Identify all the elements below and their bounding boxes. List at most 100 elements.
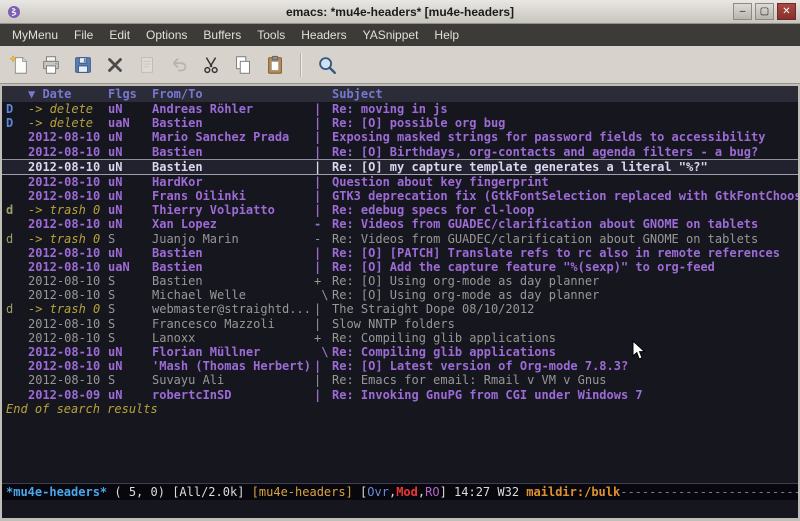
modeline-plain: [All/2.0k]	[172, 485, 251, 499]
message-row[interactable]: 2012-08-10SFrancesco Mazzoli|Slow NNTP f…	[2, 317, 798, 331]
header-flags-col: Flgs	[108, 86, 152, 102]
message-mark	[2, 246, 28, 260]
message-subject: Re: Compiling glib applications	[332, 345, 798, 359]
message-subject: Question about key fingerprint	[332, 175, 798, 189]
thread-separator: |	[314, 175, 332, 189]
menu-item-help[interactable]: Help	[426, 25, 467, 45]
message-mark	[2, 373, 28, 387]
message-row[interactable]: 2012-08-10SMichael Welle \Re: [O] Using …	[2, 288, 798, 302]
message-from: Bastien	[152, 145, 314, 159]
message-row[interactable]: 2012-08-10uNBastien|Re: [O] Birthdays, o…	[2, 145, 798, 159]
thread-separator: |	[314, 373, 332, 387]
message-from: Suvayu Ali	[152, 373, 314, 387]
message-row[interactable]: 2012-08-10uNXan Lopez-Re: Videos from GU…	[2, 217, 798, 231]
copy-icon	[232, 54, 254, 76]
tool-bar	[0, 46, 800, 84]
message-row[interactable]: 2012-08-10uN'Mash (Thomas Herbert)|Re: […	[2, 359, 798, 373]
message-list[interactable]: D-> deleteuNAndreas Röhler|Re: moving in…	[2, 102, 798, 402]
message-from: Bastien	[152, 160, 314, 174]
thread-separator: +	[314, 331, 332, 345]
message-from: 'Mash (Thomas Herbert)	[152, 359, 314, 373]
message-row[interactable]: 2012-08-10uNHardKor|Question about key f…	[2, 175, 798, 189]
message-row[interactable]: d-> trash 0Swebmaster@straightd...|The S…	[2, 302, 798, 316]
message-mark	[2, 260, 28, 274]
paste-button[interactable]	[260, 50, 290, 80]
cut-button[interactable]	[196, 50, 226, 80]
message-row[interactable]: 2012-08-10SBastien+Re: [O] Using org-mod…	[2, 274, 798, 288]
message-from: Francesco Mazzoli	[152, 317, 314, 331]
menu-item-edit[interactable]: Edit	[101, 25, 138, 45]
message-from: Bastien	[152, 260, 314, 274]
minimize-button[interactable]: –	[733, 3, 752, 20]
menu-item-mymenu[interactable]: MyMenu	[4, 25, 66, 45]
thread-separator: |	[314, 246, 332, 260]
message-date: 2012-08-10	[28, 359, 108, 373]
message-mark: d	[2, 302, 28, 316]
message-row[interactable]: 2012-08-10uaNBastien|Re: [O] Add the cap…	[2, 260, 798, 274]
close-buffer-button[interactable]	[100, 50, 130, 80]
thread-separator: |	[314, 302, 332, 316]
message-subject: Re: [O] possible org bug	[332, 116, 798, 130]
message-row[interactable]: 2012-08-10uNMario Sanchez Prada|Exposing…	[2, 130, 798, 144]
message-subject: Re: edebug specs for cl-loop	[332, 203, 798, 217]
menu-item-options[interactable]: Options	[138, 25, 195, 45]
message-row[interactable]: 2012-08-10uNBastien|Re: [O] my capture t…	[2, 159, 798, 175]
message-from: Juanjo Marin	[152, 232, 314, 246]
modeline-dashes: ----------------------------------------…	[620, 485, 798, 499]
maximize-button[interactable]: ▢	[755, 3, 774, 20]
message-mark: D	[2, 102, 28, 116]
menu-item-file[interactable]: File	[66, 25, 101, 45]
thread-separator: |	[314, 203, 332, 217]
new-file-button[interactable]	[4, 50, 34, 80]
echo-area	[2, 500, 798, 518]
message-mark	[2, 331, 28, 345]
close-button[interactable]: ✕	[777, 3, 796, 20]
menu-item-buffers[interactable]: Buffers	[195, 25, 249, 45]
print-icon	[40, 54, 62, 76]
thread-separator: |	[314, 359, 332, 373]
header-date-col: ▼ Date	[28, 86, 108, 102]
message-row[interactable]: 2012-08-10SSuvayu Ali|Re: Emacs for emai…	[2, 373, 798, 387]
window-title: emacs: *mu4e-headers* [mu4e-headers]	[0, 5, 800, 19]
emacs-window: emacs: *mu4e-headers* [mu4e-headers] – ▢…	[0, 0, 800, 521]
menu-item-headers[interactable]: Headers	[293, 25, 354, 45]
message-row[interactable]: D-> deleteuaNBastien|Re: [O] possible or…	[2, 116, 798, 130]
message-row[interactable]: d-> trash 0SJuanjo Marin-Re: Videos from…	[2, 232, 798, 246]
thread-separator: \	[314, 288, 332, 302]
copy-button[interactable]	[228, 50, 258, 80]
title-bar[interactable]: emacs: *mu4e-headers* [mu4e-headers] – ▢…	[0, 0, 800, 24]
message-flags: uN	[108, 160, 152, 174]
message-date: 2012-08-10	[28, 130, 108, 144]
message-subject: Re: [O] Using org-mode as day planner	[332, 274, 798, 288]
buffer-empty-space[interactable]	[2, 416, 798, 483]
modeline-ovr: Ovr	[367, 485, 389, 499]
modeline-ro: RO	[425, 485, 439, 499]
message-from: Thierry Volpiatto	[152, 203, 314, 217]
message-flags: uN	[108, 345, 152, 359]
message-row[interactable]: d-> trash 0uNThierry Volpiatto|Re: edebu…	[2, 203, 798, 217]
message-row[interactable]: 2012-08-10uNFrans Oilinki|GTK3 deprecati…	[2, 189, 798, 203]
message-row[interactable]: 2012-08-09uNrobertcInSD|Re: Invoking Gnu…	[2, 388, 798, 402]
message-from: Frans Oilinki	[152, 189, 314, 203]
message-row[interactable]: D-> deleteuNAndreas Röhler|Re: moving in…	[2, 102, 798, 116]
message-row[interactable]: 2012-08-10uNFlorian Müllner \Re: Compili…	[2, 345, 798, 359]
message-subject: Re: Videos from GUADEC/clarification abo…	[332, 217, 798, 231]
message-from: Florian Müllner	[152, 345, 314, 359]
menu-bar: MyMenuFileEditOptionsBuffersToolsHeaders…	[0, 24, 800, 46]
mode-line[interactable]: *mu4e-headers* ( 5, 0) [All/2.0k] [mu4e-…	[2, 483, 798, 500]
message-row[interactable]: 2012-08-10uNBastien|Re: [O] [PATCH] Tran…	[2, 246, 798, 260]
message-row[interactable]: 2012-08-10SLanoxx+Re: Compiling glib app…	[2, 331, 798, 345]
window-controls: – ▢ ✕	[733, 3, 796, 20]
menu-item-yasnippet[interactable]: YASnippet	[355, 25, 427, 45]
message-subject: Exposing masked strings for password fie…	[332, 130, 798, 144]
message-flags: S	[108, 373, 152, 387]
message-from: HardKor	[152, 175, 314, 189]
save-button[interactable]	[68, 50, 98, 80]
menu-item-tools[interactable]: Tools	[249, 25, 293, 45]
message-date: 2012-08-10	[28, 189, 108, 203]
search-button[interactable]	[312, 50, 342, 80]
thread-separator: |	[314, 116, 332, 130]
print-button[interactable]	[36, 50, 66, 80]
message-subject: GTK3 deprecation fix (GtkFontSelection r…	[332, 189, 798, 203]
message-mark	[2, 130, 28, 144]
